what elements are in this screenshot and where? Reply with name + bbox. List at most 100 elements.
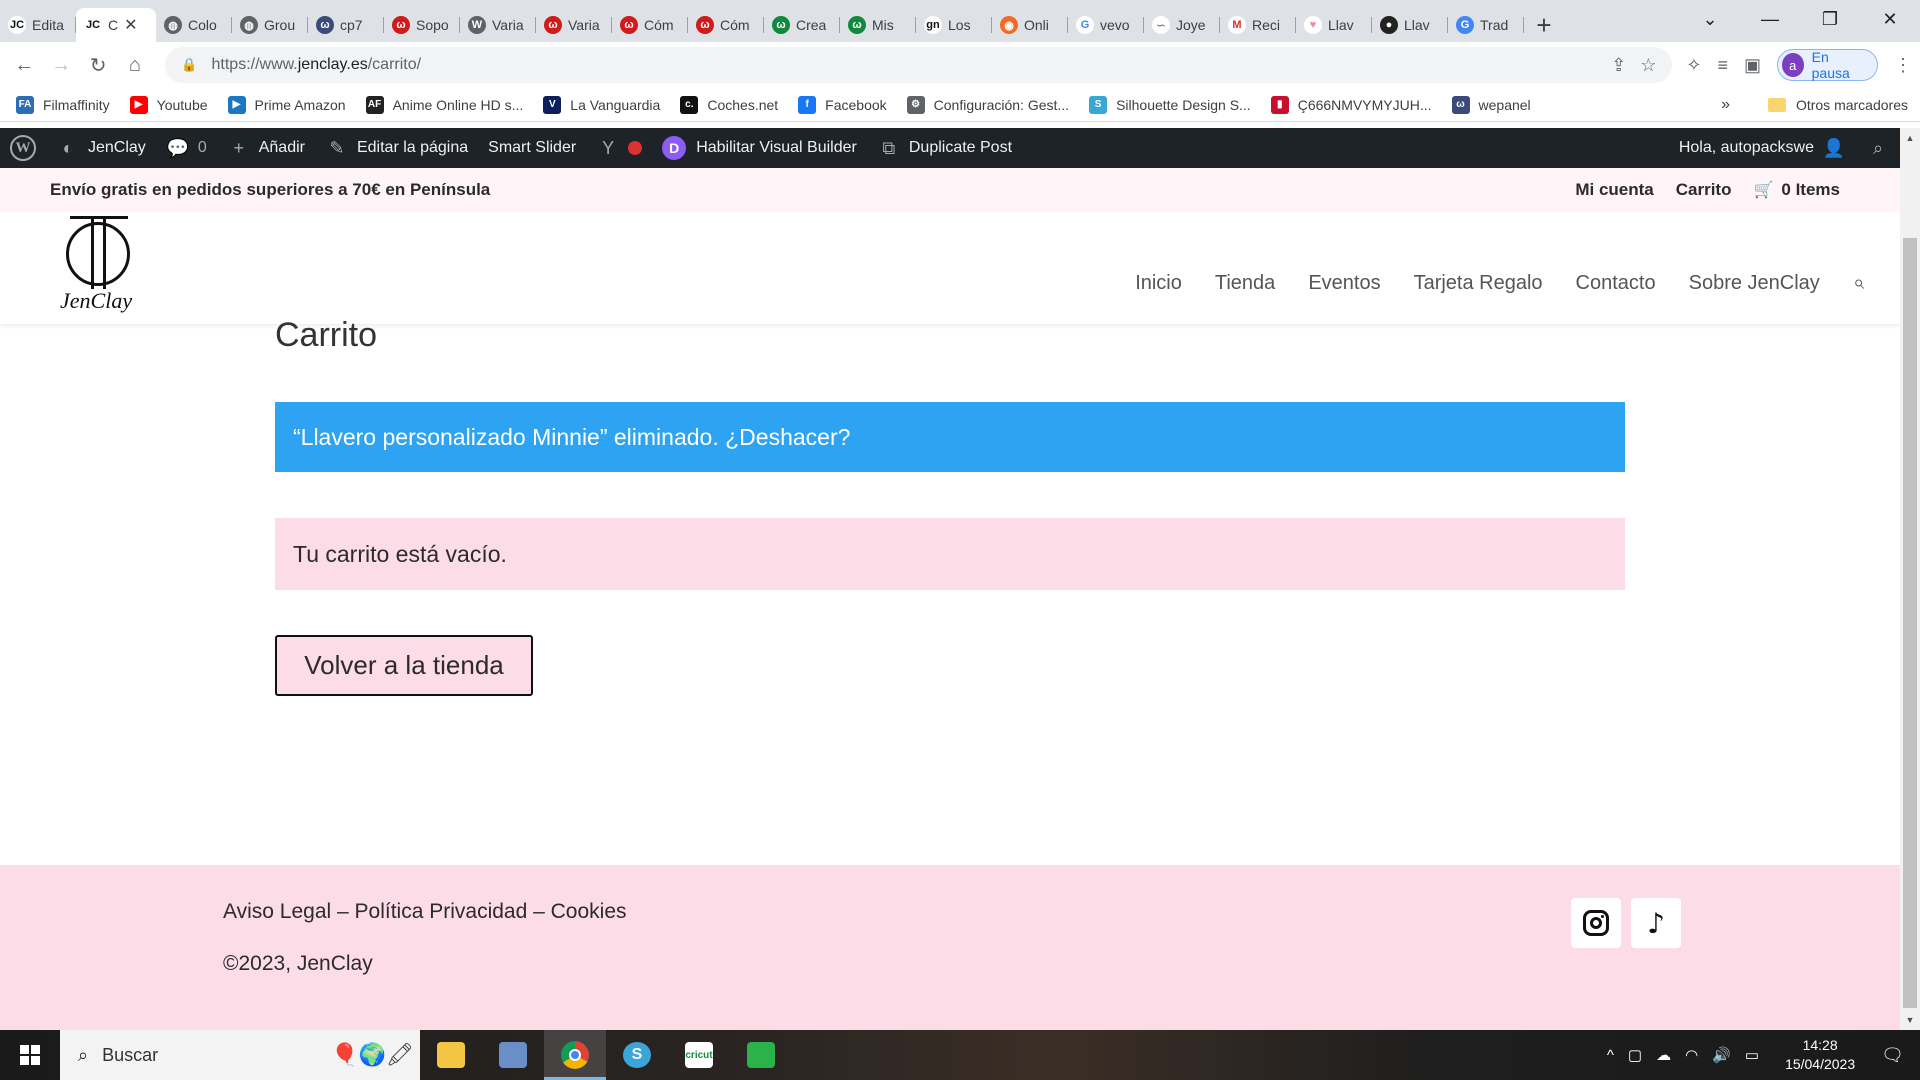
url-text[interactable]: https://www.jenclay.es/carrito/ (212, 56, 1612, 74)
bookmark-item[interactable]: V La Vanguardia (543, 95, 660, 114)
restore-button[interactable]: ❐ (1800, 0, 1860, 38)
yoast-menu[interactable]: Y (586, 128, 652, 168)
browser-tab[interactable]: ∽ Joye (1144, 8, 1220, 42)
scroll-up-icon[interactable]: ▲ (1900, 130, 1920, 146)
nav-eventos[interactable]: Eventos (1308, 272, 1380, 295)
file-explorer-app[interactable] (420, 1030, 482, 1080)
add-new-link[interactable]: + Añadir (217, 128, 315, 168)
browser-tab[interactable]: ◉ Onli (992, 8, 1068, 42)
browser-tab[interactable]: M Reci (1220, 8, 1296, 42)
site-search-icon[interactable]: ⌕ (1853, 272, 1864, 295)
tiktok-button[interactable]: ♪ (1631, 898, 1681, 948)
security-icon[interactable]: ☁ (1656, 1046, 1671, 1064)
instagram-button[interactable] (1571, 898, 1621, 948)
wifi-icon[interactable]: ◠ (1685, 1046, 1698, 1064)
minimize-button[interactable]: — (1740, 0, 1800, 38)
my-account-link[interactable]: Mi cuenta (1575, 180, 1653, 200)
browser-tab[interactable]: ◍ Grou (232, 8, 308, 42)
jenclay-logo[interactable]: JenClay (56, 216, 140, 318)
bookmark-star-icon[interactable]: ☆ (1640, 55, 1656, 76)
nav-tarjeta-regalo[interactable]: Tarjeta Regalo (1414, 272, 1543, 295)
cart-link[interactable]: Carrito (1676, 180, 1732, 200)
browser-tab[interactable]: JC Edita (0, 8, 76, 42)
tab-search-icon[interactable]: ⌄ (1680, 0, 1740, 38)
remote-desktop-app[interactable] (482, 1030, 544, 1080)
admin-search-icon[interactable]: ⌕ (1856, 128, 1900, 168)
spreadsheet-app[interactable] (730, 1030, 792, 1080)
browser-tab[interactable]: ◍ Colo (156, 8, 232, 42)
bookmark-item[interactable]: f Facebook (798, 95, 887, 114)
new-tab-button[interactable]: + (1524, 8, 1564, 42)
media-control-icon[interactable]: ≡ (1717, 55, 1728, 76)
bookmark-item[interactable]: ω wepanel (1451, 95, 1531, 114)
page-scrollbar[interactable]: ▲ ▼ (1900, 128, 1920, 1030)
other-bookmarks[interactable]: Otros marcadores (1767, 97, 1908, 113)
account-menu[interactable]: Hola, autopackswe 👤 (1669, 128, 1856, 168)
edit-page-link[interactable]: ✎ Editar la página (315, 128, 478, 168)
meet-icon[interactable]: ▢ (1628, 1046, 1642, 1064)
bookmarks-overflow-icon[interactable]: » (1721, 96, 1730, 114)
volume-icon[interactable]: 🔊 (1712, 1046, 1731, 1064)
close-window-button[interactable]: ✕ (1860, 0, 1920, 38)
scroll-down-icon[interactable]: ▼ (1900, 1012, 1920, 1028)
bookmark-item[interactable]: ⚙ Configuración: Gest... (906, 95, 1069, 114)
bookmark-item[interactable]: c. Coches.net (680, 95, 778, 114)
home-icon[interactable]: ⌂ (118, 48, 151, 82)
return-to-shop-button[interactable]: Volver a la tienda (275, 635, 533, 696)
clock[interactable]: 14:28 15/04/2023 (1785, 1036, 1855, 1074)
bookmark-item[interactable]: FA Filmaffinity (16, 95, 110, 114)
nav-contacto[interactable]: Contacto (1576, 272, 1656, 295)
bookmark-item[interactable]: S Silhouette Design S... (1089, 95, 1251, 114)
forward-icon[interactable]: → (45, 48, 78, 82)
browser-tab[interactable]: ♥ Llav (1296, 8, 1372, 42)
chrome-app[interactable] (544, 1030, 606, 1080)
nav-sobre-jenclay[interactable]: Sobre JenClay (1689, 272, 1820, 295)
browser-tab[interactable]: ω Cóm (688, 8, 764, 42)
cart-items-link[interactable]: 🛒 0 Items (1753, 180, 1840, 200)
browser-tab[interactable]: ω cp7 (308, 8, 384, 42)
tray-overflow-icon[interactable]: ^ (1607, 1047, 1614, 1064)
browser-tab[interactable]: ω Sopo (384, 8, 460, 42)
scrollbar-thumb[interactable] (1903, 238, 1917, 1008)
side-panel-icon[interactable]: ▣ (1744, 55, 1761, 76)
back-icon[interactable]: ← (8, 48, 41, 82)
browser-tab[interactable]: W Varia (460, 8, 536, 42)
removed-item-text[interactable]: “Llavero personalizado Minnie” eliminado… (293, 424, 850, 451)
wordpress-menu[interactable]: W (0, 128, 46, 168)
notifications-icon[interactable]: 🗨 (1881, 1045, 1904, 1066)
address-bar[interactable]: 🔒 https://www.jenclay.es/carrito/ ⇪ ☆ (165, 47, 1673, 83)
browser-tab[interactable]: ω Varia (536, 8, 612, 42)
browser-tab[interactable]: ω Crea (764, 8, 840, 42)
reload-icon[interactable]: ↻ (82, 48, 115, 82)
profile-button[interactable]: a En pausa (1776, 49, 1879, 81)
browser-tab[interactable]: Gvevo (1068, 8, 1144, 42)
close-tab-icon[interactable]: ✕ (124, 15, 137, 35)
site-name-link[interactable]: ◐ JenClay (46, 128, 156, 168)
visual-builder-link[interactable]: D Habilitar Visual Builder (652, 128, 867, 168)
smart-slider-link[interactable]: Smart Slider (478, 128, 586, 168)
bookmark-item[interactable]: AF Anime Online HD s... (365, 95, 523, 114)
battery-icon[interactable]: ▭ (1745, 1046, 1759, 1064)
start-button[interactable] (0, 1030, 60, 1080)
cricut-app[interactable]: cricut (668, 1030, 730, 1080)
silhouette-app[interactable]: S (606, 1030, 668, 1080)
taskbar-search[interactable]: ⌕ Buscar 🎈🌍🖍 (60, 1030, 420, 1080)
lock-icon[interactable]: 🔒 (181, 57, 197, 73)
browser-tab[interactable]: G Trad (1448, 8, 1524, 42)
bookmark-item[interactable]: ▮ Ç666NMVYMYJUH... (1270, 95, 1432, 114)
comments-link[interactable]: 💬 0 (156, 128, 217, 168)
bookmark-item[interactable]: ▶ Youtube (129, 95, 208, 114)
browser-tab[interactable]: ω Cóm (612, 8, 688, 42)
browser-tab[interactable]: gn Los (916, 8, 992, 42)
duplicate-post-link[interactable]: ⧉ Duplicate Post (867, 128, 1022, 168)
share-icon[interactable]: ⇪ (1611, 55, 1626, 76)
nav-tienda[interactable]: Tienda (1215, 272, 1275, 295)
bookmark-item[interactable]: ▶ Prime Amazon (227, 95, 346, 114)
nav-inicio[interactable]: Inicio (1135, 272, 1182, 295)
extensions-icon[interactable]: ✧ (1686, 55, 1701, 76)
browser-tab[interactable]: JC C ✕ (76, 8, 156, 42)
menu-icon[interactable]: ⋮ (1894, 55, 1912, 76)
legal-links[interactable]: Aviso Legal – Política Privacidad – Cook… (223, 900, 627, 924)
browser-tab[interactable]: ● Llav (1372, 8, 1448, 42)
browser-tab[interactable]: ω Mis (840, 8, 916, 42)
